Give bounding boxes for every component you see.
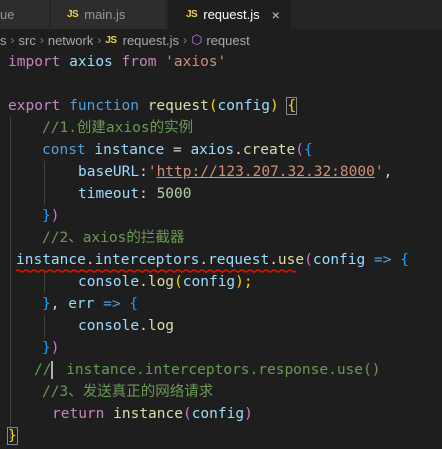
code-comment: //2、axios的拦截器 [42, 230, 185, 246]
code-line: }) [42, 208, 60, 224]
code-line: console.log(config); [78, 274, 253, 290]
tab-label: ue [0, 7, 15, 22]
text-cursor [51, 361, 53, 379]
code-line: return instance(config) [52, 406, 253, 422]
code-line: console.log [78, 318, 175, 334]
code-line: import axios from 'axios' [8, 54, 227, 70]
function-symbol-icon: ⬡ [190, 32, 203, 47]
code-line: instance.interceptors.request.use(config… [16, 252, 409, 268]
editor-tab-bar: ue JS main.js JS request.js × [0, 0, 442, 29]
tab-label: main.js [84, 7, 126, 22]
tab-main-js[interactable]: JS main.js [51, 0, 167, 29]
javascript-file-icon: JS [105, 34, 117, 46]
breadcrumb-segment[interactable]: network [48, 33, 94, 48]
code-comment: //1.创建axios的实例 [42, 120, 194, 136]
breadcrumb-segment[interactable]: src [19, 33, 36, 48]
code-line: baseURL:'http://123.207.32.32:8000', [78, 164, 393, 180]
code-line: export function request(config) { [8, 97, 298, 115]
chevron-right-icon: › [10, 33, 15, 47]
tab-label: request.js [203, 7, 260, 22]
indent-guide [44, 271, 45, 293]
code-line: }, err => { [42, 296, 139, 312]
chevron-right-icon: › [39, 33, 44, 47]
code-comment: // instance.interceptors.response.use() [34, 362, 381, 378]
code-line: timeout: 5000 [78, 186, 192, 202]
url-link[interactable]: http://123.207.32.32:8000 [157, 164, 375, 180]
javascript-file-icon: JS [186, 9, 198, 20]
breadcrumb-segment[interactable]: s [0, 33, 7, 48]
breadcrumb-file[interactable]: request.js [123, 33, 179, 48]
tab-request-js[interactable]: JS request.js × [168, 0, 292, 29]
code-line: } [7, 427, 18, 445]
tab-previous-file[interactable]: ue [0, 0, 50, 29]
code-line: const instance = axios.create({ [42, 142, 313, 158]
chevron-right-icon: › [97, 33, 102, 47]
chevron-right-icon: › [182, 33, 187, 47]
breadcrumb-symbol[interactable]: request [206, 33, 249, 48]
code-editor[interactable]: import axios from 'axios' export functio… [0, 51, 442, 449]
close-icon[interactable]: × [272, 7, 280, 23]
indent-guide [44, 161, 45, 205]
javascript-file-icon: JS [67, 9, 79, 20]
breadcrumb: s › src › network › JS request.js › ⬡ re… [0, 29, 442, 51]
code-line: }) [42, 340, 60, 356]
code-comment: //3、发送真正的网络请求 [42, 384, 214, 400]
indent-guide [44, 315, 45, 337]
indent-guide [10, 117, 11, 439]
